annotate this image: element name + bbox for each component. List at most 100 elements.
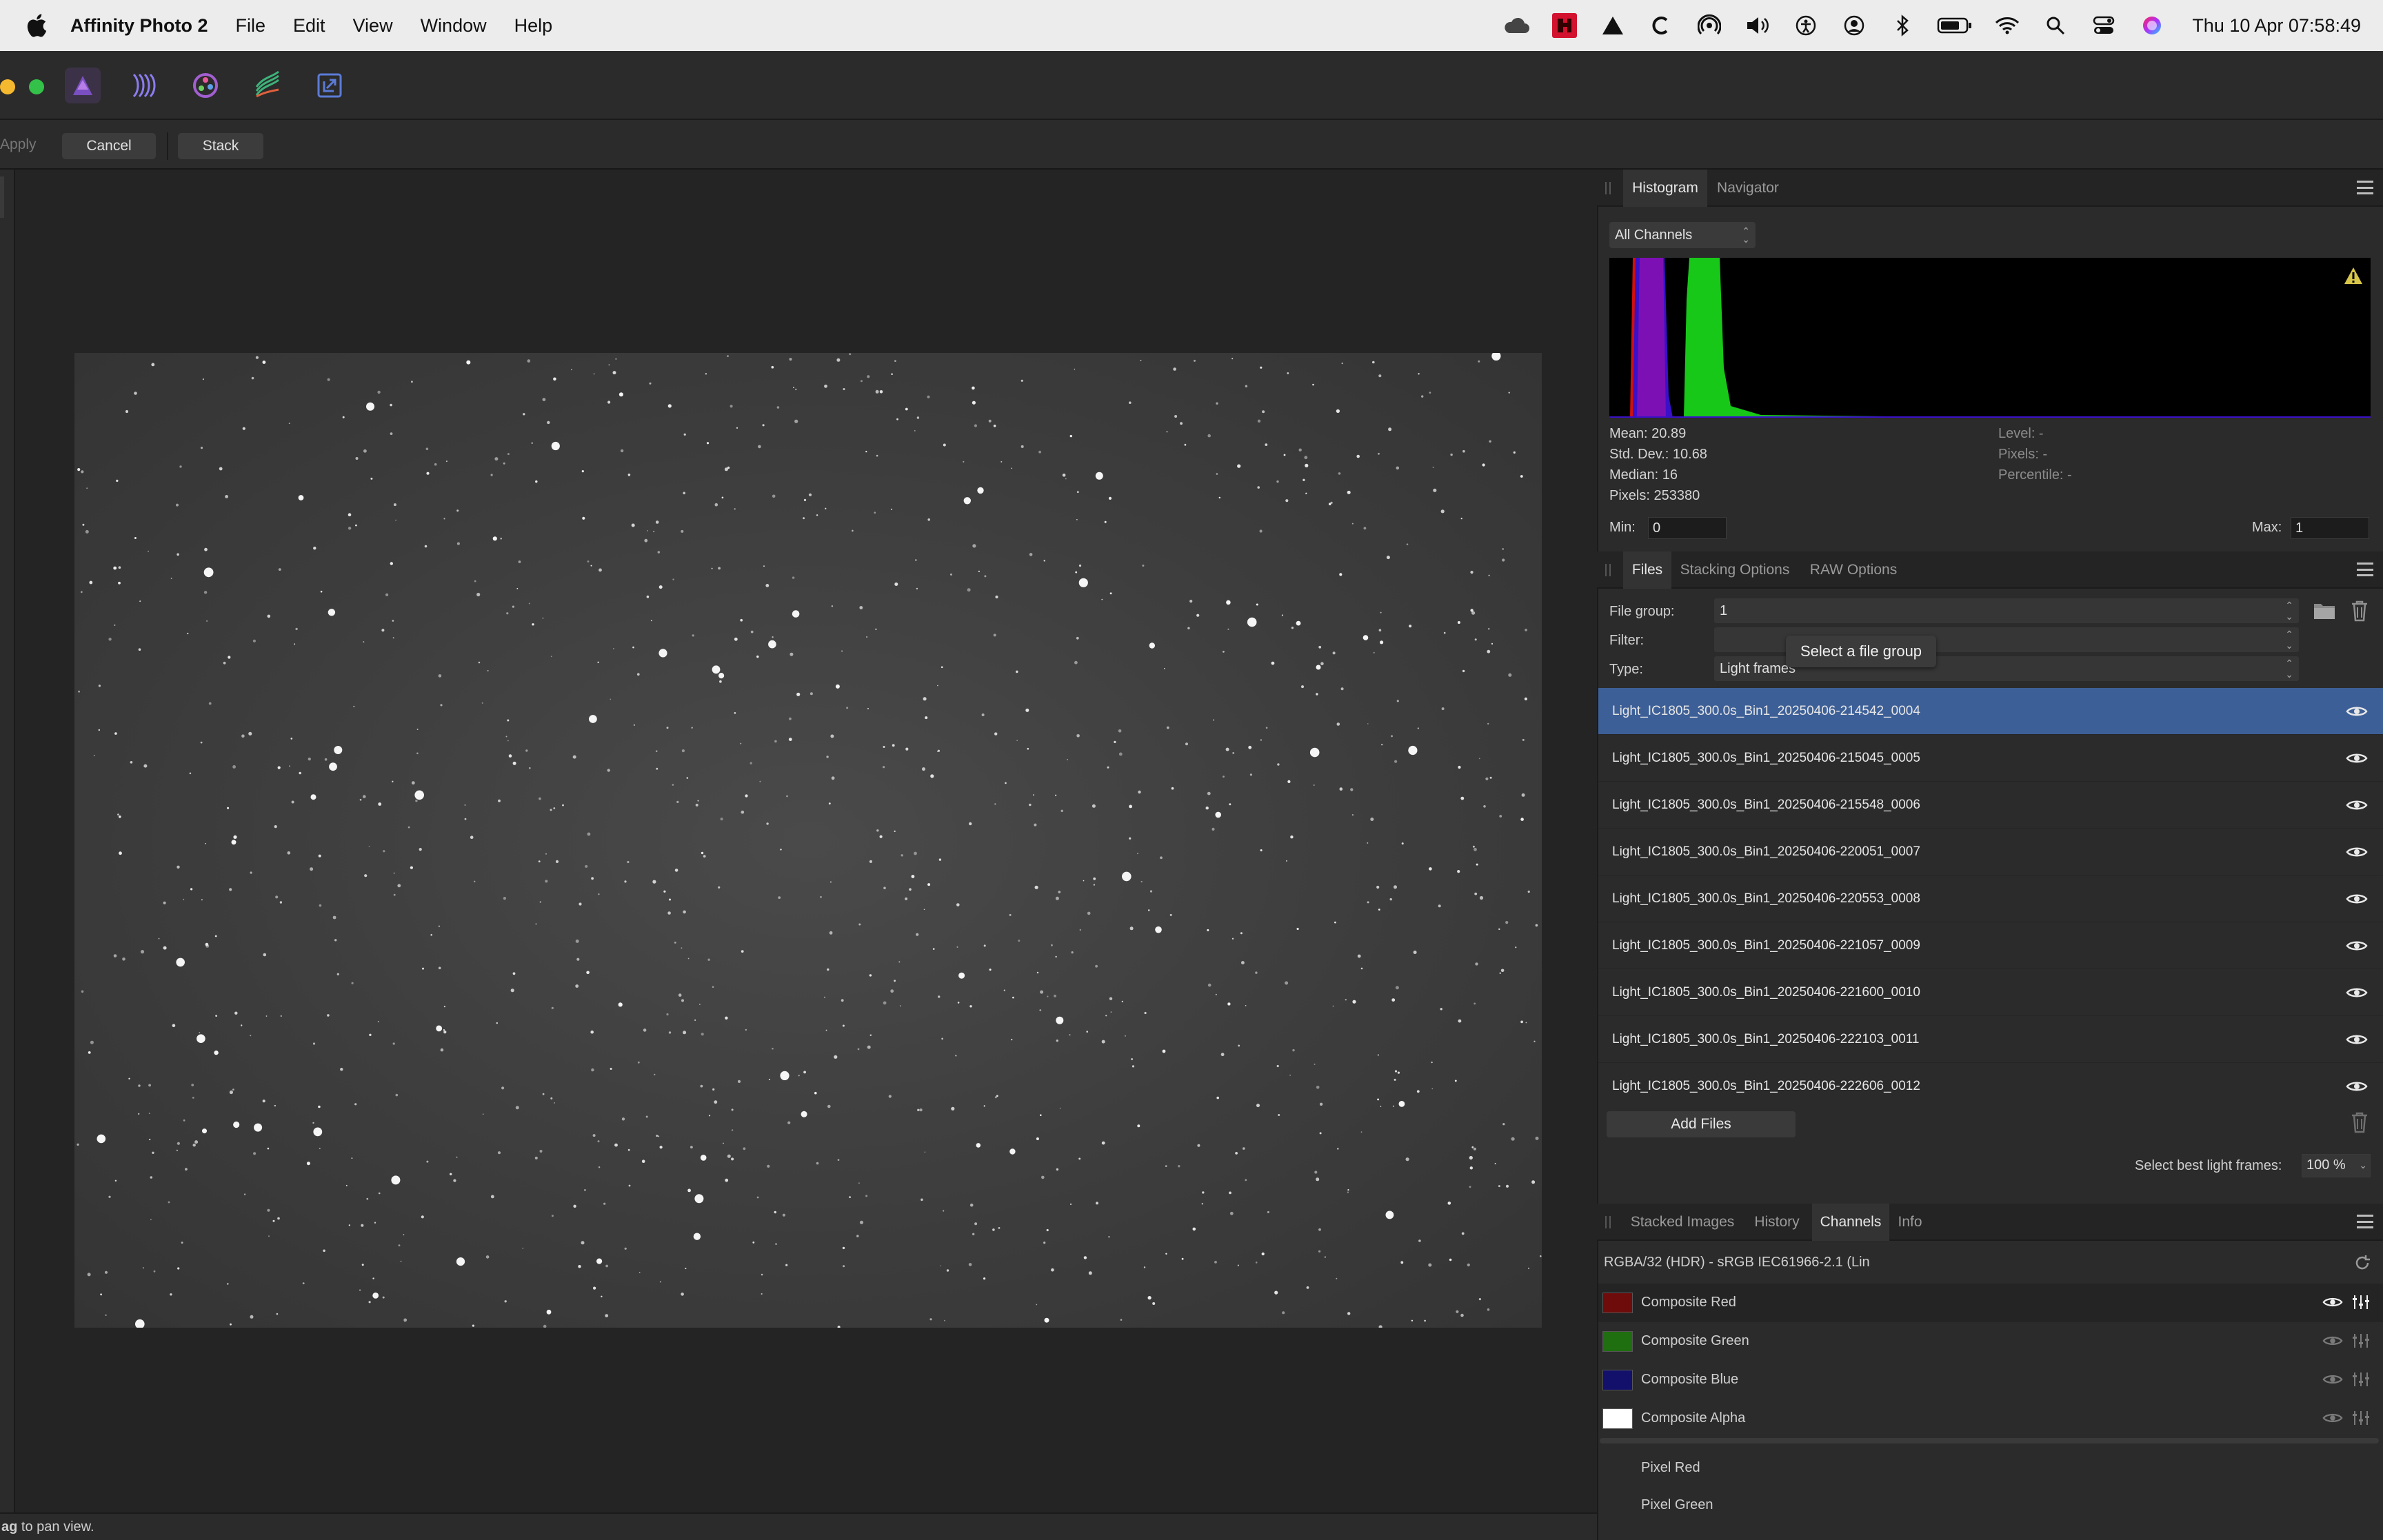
eye-icon[interactable]: [2346, 892, 2368, 906]
star: [1235, 1152, 1238, 1155]
eye-icon[interactable]: [2322, 1334, 2343, 1349]
star: [605, 1314, 609, 1317]
star: [348, 1224, 350, 1226]
panel-grip-icon[interactable]: [1605, 1216, 1611, 1228]
minimize-window-button[interactable]: [0, 79, 15, 94]
tools-panel-handle[interactable]: [0, 176, 4, 218]
panel-menu-icon[interactable]: [2357, 181, 2373, 194]
bluetooth-icon[interactable]: [1887, 10, 1918, 41]
channel-adjust-icon[interactable]: [2351, 1294, 2372, 1309]
tab-stacked-images[interactable]: Stacked Images: [1623, 1204, 1742, 1241]
zoom-window-button[interactable]: [29, 79, 44, 94]
tab-history[interactable]: History: [1742, 1204, 1812, 1241]
star: [605, 1264, 608, 1268]
best-frames-input[interactable]: 100 % ⌄: [2302, 1154, 2371, 1177]
warning-icon[interactable]: [2343, 266, 2364, 285]
menu-window[interactable]: Window: [421, 15, 487, 37]
folder-icon[interactable]: [2313, 601, 2336, 620]
tab-files[interactable]: Files: [1623, 551, 1671, 589]
export-persona-icon[interactable]: [312, 68, 348, 103]
star: [694, 1194, 704, 1204]
panel-menu-icon[interactable]: [2357, 1215, 2373, 1228]
tab-channels[interactable]: Channels: [1812, 1204, 1889, 1241]
tab-info[interactable]: Info: [1889, 1204, 1931, 1241]
triangle-icon[interactable]: [1598, 10, 1628, 41]
eye-icon[interactable]: [2322, 1295, 2343, 1310]
pixel-green-channel[interactable]: Pixel Green: [1641, 1497, 1713, 1513]
channel-adjust-icon[interactable]: [2351, 1410, 2372, 1425]
siri-icon[interactable]: [2137, 10, 2167, 41]
tab-raw-options[interactable]: RAW Options: [1798, 551, 1909, 589]
eye-icon[interactable]: [2346, 751, 2368, 765]
app-name-menu[interactable]: Affinity Photo 2: [70, 15, 208, 37]
menubar-clock[interactable]: Thu 10 Apr 07:58:49: [2192, 15, 2361, 37]
airdrop-icon[interactable]: [1694, 10, 1725, 41]
menu-file[interactable]: File: [235, 15, 265, 37]
tab-stacking-options[interactable]: Stacking Options: [1671, 551, 1798, 589]
max-input[interactable]: 1: [2291, 517, 2369, 539]
file-row[interactable]: Light_IC1805_300.0s_Bin1_20250406-214542…: [1598, 688, 2383, 735]
file-row[interactable]: Light_IC1805_300.0s_Bin1_20250406-221057…: [1598, 922, 2383, 969]
panel-grip-icon[interactable]: [1605, 182, 1611, 194]
stepper-chevron-icon[interactable]: ⌄: [2359, 1155, 2367, 1175]
eye-icon[interactable]: [2322, 1372, 2343, 1388]
file-row[interactable]: Light_IC1805_300.0s_Bin1_20250406-215548…: [1598, 782, 2383, 829]
trash-icon[interactable]: [2350, 600, 2369, 622]
control-center-icon[interactable]: [2089, 10, 2119, 41]
star: [1110, 1011, 1112, 1013]
reset-icon[interactable]: [2353, 1253, 2372, 1273]
eye-icon[interactable]: [2346, 1033, 2368, 1046]
add-files-button[interactable]: Add Files: [1607, 1111, 1796, 1137]
eye-icon[interactable]: [2322, 1411, 2343, 1426]
stacked-image-preview[interactable]: [74, 353, 1542, 1328]
eye-icon[interactable]: [2346, 1080, 2368, 1093]
develop-persona-icon[interactable]: [188, 68, 223, 103]
menu-view[interactable]: View: [353, 15, 393, 37]
min-input[interactable]: 0: [1648, 517, 1727, 539]
file-row[interactable]: Light_IC1805_300.0s_Bin1_20250406-220553…: [1598, 875, 2383, 922]
eye-icon[interactable]: [2346, 986, 2368, 1000]
star: [1069, 1034, 1071, 1036]
photo-persona-icon[interactable]: [65, 68, 101, 103]
cancel-button[interactable]: Cancel: [62, 133, 156, 159]
wifi-icon[interactable]: [1992, 10, 2022, 41]
cloud-icon[interactable]: [1501, 10, 1531, 41]
channel-adjust-icon[interactable]: [2351, 1371, 2372, 1386]
star: [342, 416, 345, 418]
tab-histogram[interactable]: Histogram: [1623, 170, 1707, 207]
file-row[interactable]: Light_IC1805_300.0s_Bin1_20250406-222103…: [1598, 1016, 2383, 1063]
file-row[interactable]: Light_IC1805_300.0s_Bin1_20250406-215045…: [1598, 735, 2383, 782]
trash-icon[interactable]: [2350, 1111, 2369, 1133]
eye-icon[interactable]: [2346, 798, 2368, 812]
panel-grip-icon[interactable]: [1605, 564, 1611, 576]
menu-help[interactable]: Help: [514, 15, 553, 37]
apple-icon[interactable]: [26, 14, 47, 37]
user-icon[interactable]: [1839, 10, 1869, 41]
app-red-icon[interactable]: [1549, 10, 1580, 41]
pixel-red-channel[interactable]: Pixel Red: [1641, 1460, 1700, 1476]
star: [1441, 707, 1445, 711]
file-row[interactable]: Light_IC1805_300.0s_Bin1_20250406-221600…: [1598, 969, 2383, 1016]
apply-button[interactable]: Apply: [0, 136, 37, 153]
panel-menu-icon[interactable]: [2357, 563, 2373, 576]
file-group-select[interactable]: 1 ⌃ ⌄: [1714, 598, 2299, 623]
star: [859, 606, 863, 609]
channel-adjust-icon[interactable]: [2351, 1333, 2372, 1348]
eye-icon[interactable]: [2346, 845, 2368, 859]
channel-select[interactable]: All Channels ⌃ ⌄: [1609, 222, 1756, 248]
tone-mapping-persona-icon[interactable]: [250, 68, 285, 103]
file-row[interactable]: Light_IC1805_300.0s_Bin1_20250406-222606…: [1598, 1063, 2383, 1097]
eye-icon[interactable]: [2346, 705, 2368, 718]
spotlight-icon[interactable]: [2040, 10, 2071, 41]
accessibility-icon[interactable]: [1791, 10, 1821, 41]
menu-edit[interactable]: Edit: [293, 15, 325, 37]
stack-button[interactable]: Stack: [178, 133, 263, 159]
c-icon[interactable]: [1646, 10, 1676, 41]
liquify-persona-icon[interactable]: [125, 68, 161, 103]
tab-navigator[interactable]: Navigator: [1707, 170, 1789, 207]
file-row[interactable]: Light_IC1805_300.0s_Bin1_20250406-220051…: [1598, 829, 2383, 875]
volume-icon[interactable]: [1742, 10, 1773, 41]
eye-icon[interactable]: [2346, 939, 2368, 953]
battery-icon[interactable]: [1935, 10, 1974, 41]
star: [233, 835, 237, 839]
